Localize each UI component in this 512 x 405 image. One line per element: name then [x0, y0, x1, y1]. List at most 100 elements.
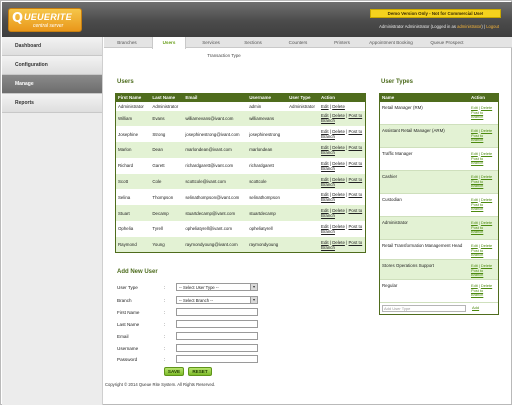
branch-link[interactable]: Branch [321, 166, 335, 171]
post-to-link[interactable]: Post to [349, 129, 363, 134]
manage-tabs: Branches Users Services Sections Counter… [104, 37, 512, 49]
tab-counters[interactable]: Counters [281, 37, 315, 48]
branch-link[interactable]: Branch [321, 229, 335, 234]
col-first-name[interactable]: First Name [115, 93, 151, 102]
username-cell: stuartdecamp [247, 205, 288, 222]
logout-link[interactable]: Logout [486, 24, 499, 29]
branch-link[interactable]: Branch [321, 197, 335, 202]
user-type-cell [287, 126, 320, 143]
table-row: Scott Cole scottcole@ivant.com scottcole Edi… [115, 173, 366, 190]
email-cell: scottcole@ivant.com [183, 173, 248, 190]
branch-link[interactable]: Branch [471, 114, 483, 119]
users-table-body: Administrator Administrator admin Administr… [115, 101, 366, 253]
col-type-name: Name [382, 95, 395, 100]
user-type-name: Traffic Manager [382, 151, 413, 156]
user-type-actions: Edit | Delete Post to Branch [471, 128, 499, 143]
user-type-select-value: -- Select User Type -- [179, 285, 219, 290]
branch-link[interactable]: Branch [321, 150, 335, 155]
password-field[interactable] [176, 355, 258, 363]
col-email[interactable]: Email [183, 93, 248, 102]
branch-link[interactable]: Branch [471, 206, 483, 211]
username-field[interactable] [176, 344, 258, 352]
password-colon: : [164, 357, 166, 362]
list-item: Cashier Edit | Delete Post to Branch [380, 171, 498, 194]
branch-colon: : [164, 298, 166, 303]
post-to-link[interactable]: Post to [349, 240, 363, 245]
post-to-link[interactable]: Post to [349, 192, 363, 197]
tab-branches[interactable]: Branches [110, 37, 144, 48]
tab-queue-prospect[interactable]: Queue Prospect [424, 37, 470, 48]
branch-link[interactable]: Branch [321, 213, 335, 218]
col-type-action: Action [471, 95, 485, 100]
tab-printers[interactable]: Printers [325, 37, 359, 48]
first-name-colon: : [164, 310, 166, 315]
branch-link[interactable]: Branch [471, 292, 483, 297]
post-to-link[interactable]: Post to [349, 145, 363, 150]
user-type-select[interactable]: -- Select User Type -- ▼ [176, 283, 258, 291]
first-name-cell: Stuart [115, 205, 151, 222]
tab-users[interactable]: Users [152, 37, 186, 49]
branch-link[interactable]: Branch [321, 245, 335, 250]
branch-link[interactable]: Branch [321, 134, 335, 139]
first-name-cell: Scott [115, 173, 151, 190]
branch-link[interactable]: Branch [471, 137, 483, 142]
login-user-link[interactable]: administrator [457, 24, 481, 29]
email-cell: selinathompson@ivant.com [183, 189, 248, 206]
reset-button[interactable]: RESET [188, 367, 212, 376]
edit-link[interactable]: Edit [321, 104, 329, 109]
username-cell: richardgarett [247, 157, 288, 174]
delete-link[interactable]: Delete [332, 104, 345, 109]
list-item: Administrator Edit | Delete Post to Branch [380, 217, 498, 240]
tab-appointment-booking[interactable]: Appointment Booking [363, 37, 419, 48]
subtab-transaction-type[interactable]: Transaction Type [191, 53, 257, 58]
logo[interactable]: Q UEUERITE central server [8, 8, 82, 32]
branch-link[interactable]: Branch [471, 160, 483, 165]
save-button[interactable]: SAVE [164, 367, 184, 376]
user-type-name: Assistant Retail Manager (ARM) [382, 128, 445, 133]
branch-link[interactable]: Branch [471, 252, 483, 257]
user-type-actions: Edit | Delete Post to Branch [471, 283, 499, 298]
copyright-text: Copyright © 2014 Queue Rite System. All … [105, 382, 216, 387]
last-name-cell: Garett [150, 157, 184, 174]
email-field[interactable] [176, 332, 258, 340]
sidebar: Dashboard Configuration Manage Reports [2, 37, 103, 405]
post-to-link[interactable]: Post to [349, 208, 363, 213]
sidebar-item-configuration[interactable]: Configuration [2, 56, 102, 75]
col-user-type[interactable]: User Type [287, 93, 320, 102]
branch-link[interactable]: Branch [321, 118, 335, 123]
branch-link[interactable]: Branch [471, 229, 483, 234]
list-item: Retail Manager (RM) Edit | Delete Post to B… [380, 102, 498, 125]
email-cell [183, 101, 248, 111]
add-user-type-input[interactable]: Add User Type [382, 305, 466, 312]
post-to-link[interactable]: Post to [349, 113, 363, 118]
post-to-link[interactable]: Post to [349, 161, 363, 166]
sidebar-item-dashboard[interactable]: Dashboard [2, 37, 102, 56]
username-cell: raymondyoung [247, 236, 288, 253]
col-last-name[interactable]: Last Name [150, 93, 184, 102]
tab-sections[interactable]: Sections [236, 37, 270, 48]
logo-subtitle: central server [33, 23, 64, 29]
add-user-type-button[interactable]: Add [472, 305, 479, 310]
username-cell: williamevans [247, 110, 288, 127]
user-type-actions: Edit | Delete Post to Branch [471, 151, 499, 166]
branch-link[interactable]: Branch [471, 272, 483, 277]
sidebar-item-reports[interactable]: Reports [2, 94, 102, 113]
table-row: Selina Thompson selinathompson@ivant.com se… [115, 189, 366, 206]
post-to-link[interactable]: Post to [349, 177, 363, 182]
first-name-field[interactable] [176, 308, 258, 316]
col-action: Action [319, 93, 366, 102]
branch-link[interactable]: Branch [471, 183, 483, 188]
add-user-type-row: Add User Type Add [380, 303, 498, 314]
post-to-link[interactable]: Post to [349, 224, 363, 229]
sidebar-item-manage[interactable]: Manage [2, 75, 102, 94]
user-type-cell [287, 205, 320, 222]
last-name-field[interactable] [176, 320, 258, 328]
branch-link[interactable]: Branch [321, 182, 335, 187]
user-type-colon: : [164, 285, 166, 290]
last-name-cell: Young [150, 236, 184, 253]
branch-select[interactable]: -- Select Branch -- ▼ [176, 296, 258, 304]
user-types-header: Name Action [380, 94, 498, 102]
table-row: Richard Garett richardgarett@ivant.com rich… [115, 157, 366, 174]
tab-services[interactable]: Services [194, 37, 228, 48]
col-username[interactable]: Username [247, 93, 288, 102]
